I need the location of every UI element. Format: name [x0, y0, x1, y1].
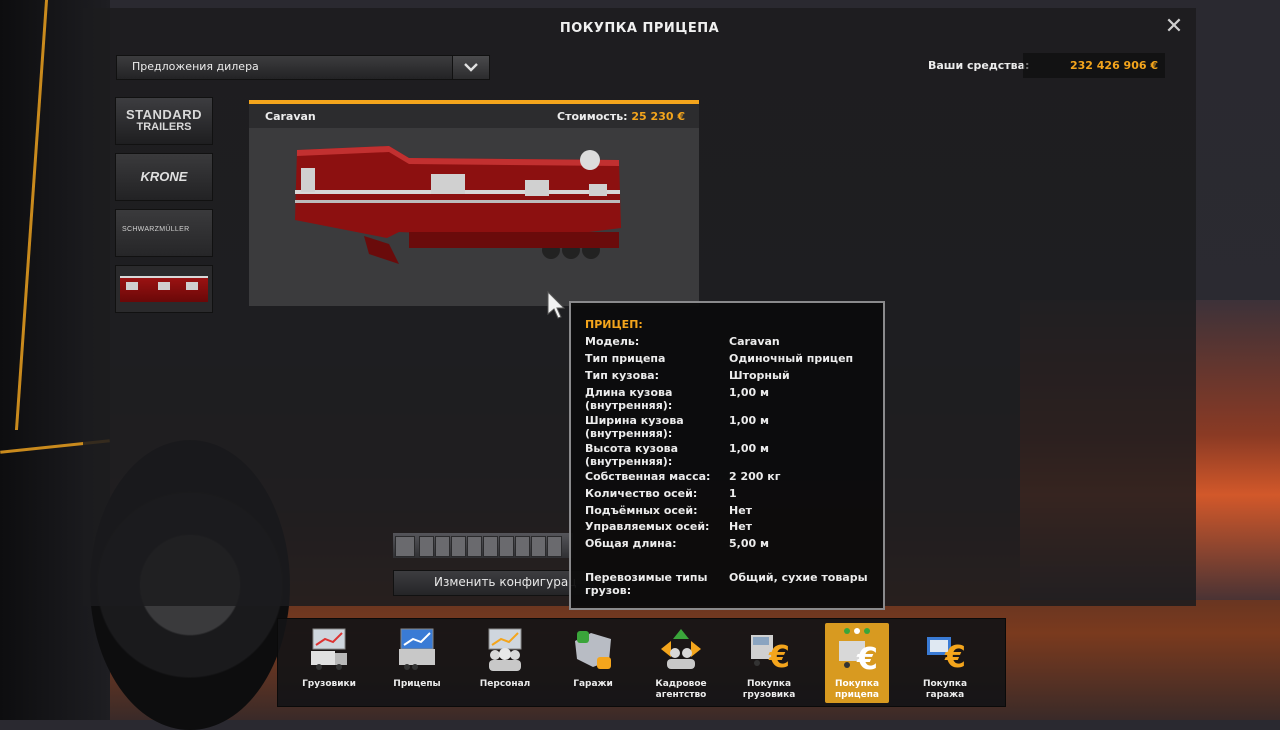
- caravan-thumbnail-image: [120, 276, 208, 302]
- tooltip-key: Длина кузова (внутренняя):: [585, 386, 673, 412]
- tooltip-value: 1,00 м: [729, 442, 769, 455]
- buy-truck-icon: €: [751, 635, 790, 673]
- dropdown-selected-value: Предложения дилера: [132, 60, 259, 73]
- tooltip-value: Шторный: [729, 369, 790, 382]
- menu-item-garages[interactable]: Гаражи: [561, 623, 625, 703]
- brand-standard-trailers[interactable]: STANDARD TRAILERS: [115, 97, 213, 145]
- tooltip-key: Управляемых осей:: [585, 520, 710, 533]
- menu-item-buy-garage[interactable]: € Покупка гаража: [913, 623, 977, 703]
- tooltip-value: Одиночный прицеп: [729, 352, 854, 365]
- tooltip-value: Нет: [729, 520, 753, 533]
- buy-garage-icon: €: [927, 637, 966, 673]
- brand-krone[interactable]: KRONE: [115, 153, 213, 201]
- menu-item-label: Кадровое агентство: [655, 679, 707, 700]
- menu-item-trucks[interactable]: Грузовики: [297, 623, 361, 703]
- tooltip-value: 1,00 м: [729, 386, 769, 399]
- trailer-price: Стоимость: 25 230 €: [557, 110, 685, 123]
- tooltip-key: Модель:: [585, 335, 640, 348]
- tooltip-value: Нет: [729, 504, 753, 517]
- brand-logo-text: KRONE: [140, 169, 188, 184]
- menu-item-label: Покупка прицепа: [834, 679, 880, 700]
- brand-logo-text: STANDARD: [126, 107, 202, 122]
- trailer-info-tooltip: ПРИЦЕП: Модель: Caravan Тип прицепа Одиноч…: [569, 301, 885, 610]
- tooltip-key: Количество осей:: [585, 487, 698, 500]
- change-configuration-label: Изменить конфигурац: [434, 575, 577, 589]
- price-value: 25 230 €: [631, 110, 685, 123]
- menu-item-label: Прицепы: [393, 679, 441, 689]
- window-title: ПОКУПКА ПРИЦЕПА: [559, 21, 720, 36]
- tooltip-key: Общая длина:: [585, 537, 677, 550]
- brand-schwarzmuller[interactable]: SCHWARZMÜLLER: [115, 209, 213, 257]
- change-configuration-button[interactable]: Изменить конфигурац: [393, 570, 595, 596]
- trucks-icon: [311, 628, 347, 670]
- menu-item-trailers[interactable]: Прицепы: [385, 623, 449, 703]
- tooltip-value: 5,00 м: [729, 537, 769, 550]
- garages-icon: [575, 631, 611, 669]
- buy-trailer-icon: €: [839, 628, 878, 673]
- menu-item-label: Покупка гаража: [922, 679, 968, 700]
- recruitment-icon: [661, 629, 701, 669]
- trailer-preview: Caravan Стоимость: 25 230 €: [249, 100, 699, 306]
- tooltip-value: Общий, сухие товары: [729, 571, 868, 584]
- tooltip-value: 1: [729, 487, 737, 500]
- staff-icon: [488, 628, 522, 671]
- menu-item-buy-truck[interactable]: € Покупка грузовика: [737, 623, 801, 703]
- tooltip-title: ПРИЦЕП:: [585, 318, 643, 331]
- dropdown-toggle-button[interactable]: [452, 55, 490, 80]
- funds-value: 232 426 906 €: [1069, 59, 1158, 72]
- brand-caravan-thumbnail[interactable]: [115, 265, 213, 313]
- brand-logo-text: SCHWARZMÜLLER: [122, 226, 190, 233]
- mouse-cursor-icon: [547, 290, 566, 319]
- trailers-icon: [399, 628, 435, 670]
- bottom-menu-bar: Грузовики Прицепы Персонал Гаражи Кадров…: [277, 618, 1006, 707]
- menu-item-label: Персонал: [479, 679, 531, 689]
- funds-label: Ваши средства:: [928, 59, 1030, 72]
- funds-box: 232 426 906 €: [1023, 53, 1165, 78]
- tooltip-key: Перевозимые типы грузов:: [585, 571, 708, 597]
- menu-item-label: Гаражи: [573, 679, 613, 689]
- tooltip-key: Высота кузова (внутренняя):: [585, 442, 679, 468]
- tooltip-key: Ширина кузова (внутренняя):: [585, 414, 684, 440]
- tooltip-key: Тип прицепа: [585, 352, 666, 365]
- menu-item-staff[interactable]: Персонал: [473, 623, 537, 703]
- tooltip-value: Caravan: [729, 335, 780, 348]
- svg-text:€: €: [768, 640, 790, 673]
- menu-item-label: Покупка грузовика: [742, 679, 796, 700]
- menu-item-recruitment-agency[interactable]: Кадровое агентство: [649, 623, 713, 703]
- truck-stripe: [14, 0, 49, 430]
- brand-logo-subtext: TRAILERS: [136, 121, 192, 133]
- menu-item-buy-trailer[interactable]: € Покупка прицепа: [825, 623, 889, 703]
- tooltip-key: Тип кузова:: [585, 369, 660, 382]
- tooltip-value: 2 200 кг: [729, 470, 781, 483]
- caravan-trailer-image: [295, 146, 621, 264]
- tooltip-key: Подъёмных осей:: [585, 504, 698, 517]
- close-icon[interactable]: ✕: [1164, 16, 1184, 38]
- tooltip-value: 1,00 м: [729, 414, 769, 427]
- chevron-down-icon: [464, 63, 478, 72]
- preview-header: Caravan Стоимость: 25 230 €: [249, 104, 699, 128]
- svg-text:€: €: [944, 640, 966, 673]
- configuration-slider[interactable]: [393, 533, 573, 558]
- tooltip-key: Собственная масса:: [585, 470, 711, 483]
- price-label: Стоимость:: [557, 110, 628, 123]
- dealer-offers-dropdown[interactable]: Предложения дилера: [116, 55, 490, 80]
- menu-item-label: Грузовики: [302, 679, 356, 689]
- brand-list: STANDARD TRAILERS KRONE SCHWARZMÜLLER: [115, 97, 213, 321]
- trailer-name: Caravan: [265, 110, 316, 123]
- svg-text:€: €: [856, 642, 878, 673]
